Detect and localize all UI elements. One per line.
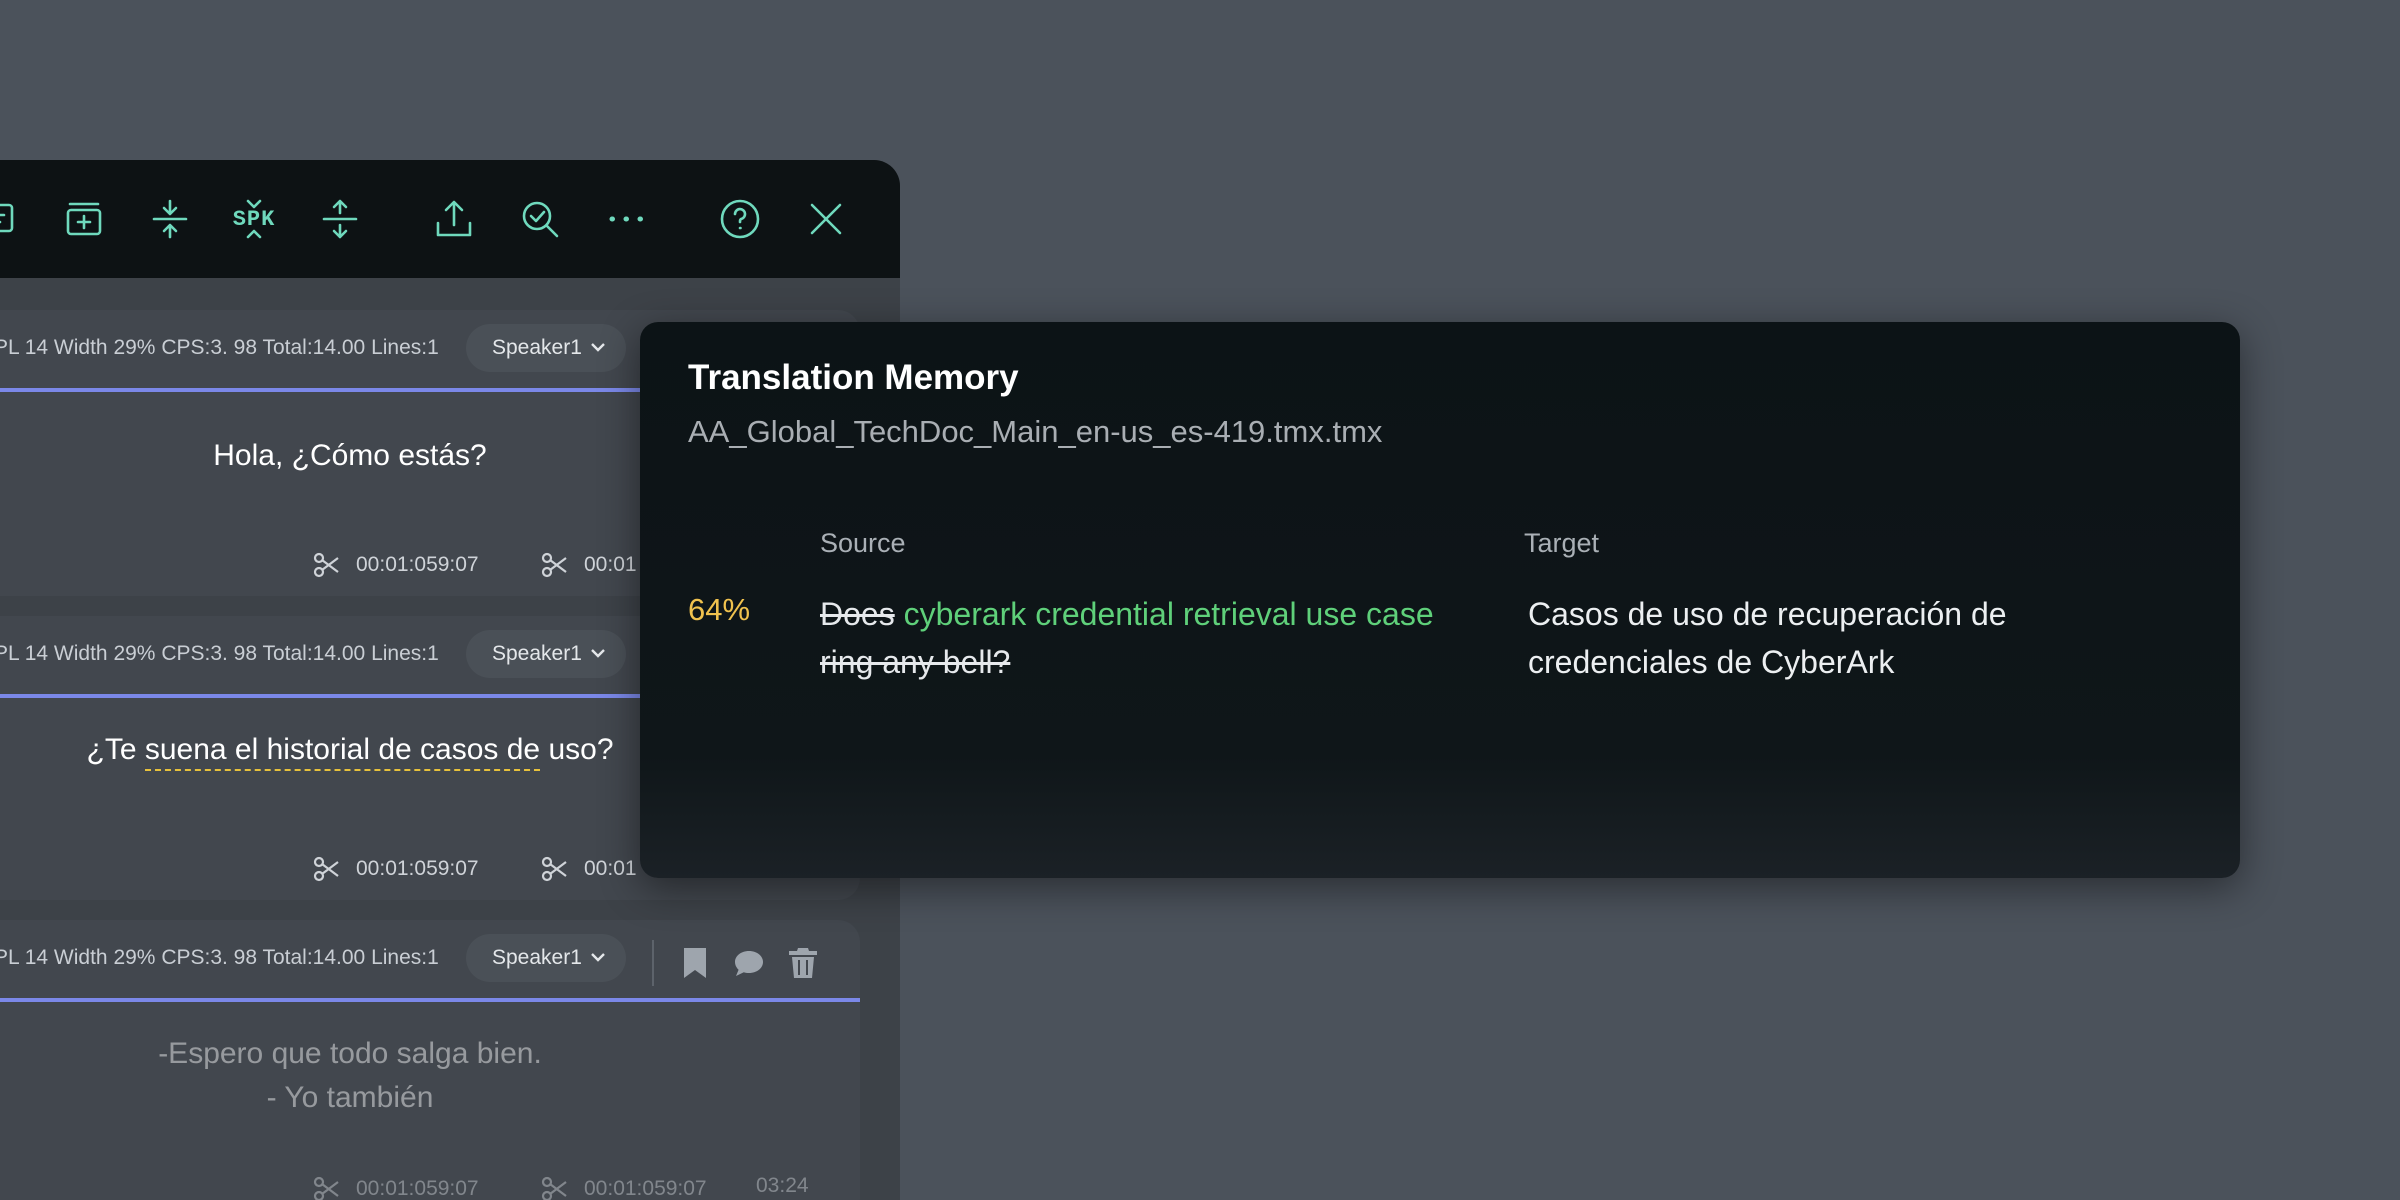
time-out-value: 00:01 [584,553,637,576]
time-in[interactable]: 00:01:059:07 [312,854,479,884]
target-column-header: Target [1524,528,1600,558]
time-in-value: 00:01:059:07 [356,1177,479,1200]
speaker-label: Speaker1 [492,642,582,665]
export-icon[interactable] [428,193,480,245]
segment-text[interactable]: Hola, ¿Cómo estás? [0,434,700,478]
scissors-icon [541,1176,567,1200]
close-icon[interactable] [800,193,852,245]
source-column-header: Source [820,528,906,558]
scissors-icon [541,856,567,882]
add-subtitle-icon[interactable] [58,193,110,245]
editor-toolbar: SPK [0,160,900,278]
time-out[interactable]: 00:01 [540,854,637,884]
segment-text[interactable]: ¿Te suena el historial de casos de uso? [0,728,700,772]
tm-title: Translation Memory [688,358,1019,397]
segment-actions [652,940,840,986]
segment-header: PL 14 Width 29% CPS:3. 98 Total:14.00 Li… [0,920,860,1002]
scissors-icon [541,552,567,578]
tm-target-text[interactable]: Casos de uso de recuperación de credenci… [1528,590,2128,686]
merge-icon[interactable] [144,193,196,245]
time-in[interactable]: 00:01:059:07 [312,1174,479,1200]
segment-stats: PL 14 Width 29% CPS:3. 98 Total:14.00 Li… [0,642,439,665]
subtitle-segment[interactable]: PL 14 Width 29% CPS:3. 98 Total:14.00 Li… [0,920,860,1200]
speaker-dropdown[interactable]: Speaker1 [466,934,626,982]
speaker-label: Speaker1 [492,336,582,359]
segment-stats: PL 14 Width 29% CPS:3. 98 Total:14.00 Li… [0,336,439,359]
segment-text-line: - Yo también [266,1081,434,1114]
speaker-icon[interactable]: SPK [228,193,280,245]
time-out[interactable]: 00:01:059:07 [540,1174,707,1200]
scissors-icon [313,552,339,578]
segment-text[interactable]: -Espero que todo salga bien. - Yo tambié… [0,1032,700,1120]
time-out-value: 00:01 [584,857,637,880]
segment-duration: 03:24 [756,1174,809,1197]
segment-stats: PL 14 Width 29% CPS:3. 98 Total:14.00 Li… [0,946,439,969]
speaker-label: Speaker1 [492,946,582,969]
scissors-icon [313,856,339,882]
deleted-text: Does [820,596,895,632]
segment-text-part: uso? [540,733,614,766]
split-icon[interactable] [314,193,366,245]
help-icon[interactable] [714,193,766,245]
speaker-dropdown[interactable]: Speaker1 [466,324,626,372]
time-in-value: 00:01:059:07 [356,553,479,576]
matched-text: cyberark credential retrieval use case [903,596,1434,632]
more-icon[interactable] [600,193,652,245]
segment-text-part: ¿Te [86,733,145,766]
trash-icon[interactable] [786,943,820,983]
scissors-icon [313,1176,339,1200]
segment-text-line: -Espero que todo salga bien. [158,1037,542,1070]
chevron-down-icon [590,947,605,962]
tm-file-name: AA_Global_TechDoc_Main_en-us_es-419.tmx.… [688,414,1383,449]
translation-memory-popup: Translation Memory AA_Global_TechDoc_Mai… [640,322,2240,878]
match-percent: 64% [688,592,751,627]
comment-icon[interactable] [732,943,766,983]
time-out[interactable]: 00:01 [540,550,637,580]
chevron-down-icon [590,337,605,352]
chevron-down-icon [590,643,605,658]
subtitle-icon[interactable] [0,193,26,245]
time-in-value: 00:01:059:07 [356,857,479,880]
bookmark-icon[interactable] [678,943,712,983]
divider [652,940,654,986]
tm-source-text: Does cyberark credential retrieval use c… [820,590,1440,686]
review-icon[interactable] [514,193,566,245]
time-out-value: 00:01:059:07 [584,1177,707,1200]
speaker-dropdown[interactable]: Speaker1 [466,630,626,678]
time-in[interactable]: 00:01:059:07 [312,550,479,580]
spellcheck-flagged-text[interactable]: suena el historial de casos de [144,733,541,771]
deleted-text: ring any bell? [820,644,1011,680]
